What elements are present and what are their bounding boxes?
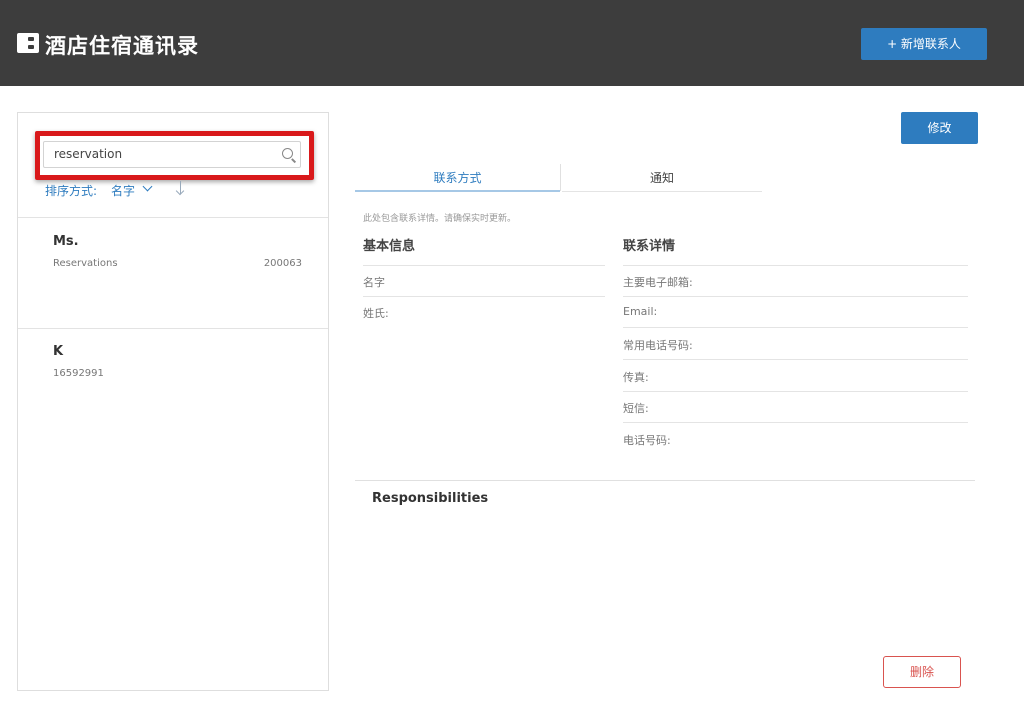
- fax-label: 传真:: [623, 371, 649, 384]
- divider: [363, 265, 605, 266]
- contact-number: 200063: [263, 258, 302, 269]
- delete-button[interactable]: 删除: [883, 656, 961, 688]
- telephone-label: 电话号码:: [623, 434, 671, 447]
- sort-select[interactable]: 名字: [111, 182, 135, 199]
- tab-contact-info[interactable]: 联系方式: [355, 164, 560, 192]
- responsibilities-title: Responsibilities: [372, 491, 489, 506]
- first-name-label: 名字: [363, 276, 385, 289]
- contact-subtitle: Reservations: [53, 258, 118, 269]
- add-contact-button[interactable]: + 新增联系人: [861, 28, 987, 60]
- contact-list-panel: reservation 排序方式: 名字 Ms. Reservations 20…: [17, 112, 329, 691]
- divider: [623, 265, 968, 266]
- edit-button[interactable]: 修改: [901, 112, 978, 144]
- tab-divider: [560, 164, 561, 191]
- primary-email-label: 主要电子邮箱:: [623, 276, 693, 289]
- divider: [623, 359, 968, 360]
- contact-name: Ms.: [53, 234, 79, 249]
- email-label: Email:: [623, 305, 658, 318]
- app-title: 酒店住宿通讯录: [45, 34, 199, 58]
- chevron-down-icon[interactable]: [142, 181, 153, 192]
- list-item[interactable]: Ms. Reservations 200063: [18, 218, 328, 328]
- divider: [623, 422, 968, 423]
- divider: [623, 327, 968, 328]
- arrow-down-icon[interactable]: [175, 180, 187, 196]
- basic-info-title: 基本信息: [363, 239, 416, 254]
- section-divider: [355, 480, 975, 481]
- list-item[interactable]: K 16592991: [18, 329, 328, 439]
- sort-label: 排序方式:: [45, 184, 98, 198]
- contact-name: K: [53, 344, 64, 359]
- search-icon[interactable]: [282, 148, 293, 159]
- phone-label: 常用电话号码:: [623, 339, 693, 352]
- last-name-label: 姓氏:: [363, 307, 389, 320]
- notice-text: 此处包含联系详情。请确保实时更新。: [363, 214, 517, 224]
- search-input[interactable]: reservation: [43, 141, 301, 168]
- contact-details-title: 联系详情: [623, 239, 676, 254]
- divider: [363, 296, 605, 297]
- tab-notifications[interactable]: 通知: [562, 164, 762, 192]
- divider: [623, 391, 968, 392]
- contact-subtitle: 16592991: [53, 368, 104, 379]
- divider: [623, 296, 968, 297]
- sms-label: 短信:: [623, 402, 649, 415]
- b-logo-icon: [17, 33, 39, 53]
- top-bar: 酒店住宿通讯录 + 新增联系人: [0, 0, 1024, 86]
